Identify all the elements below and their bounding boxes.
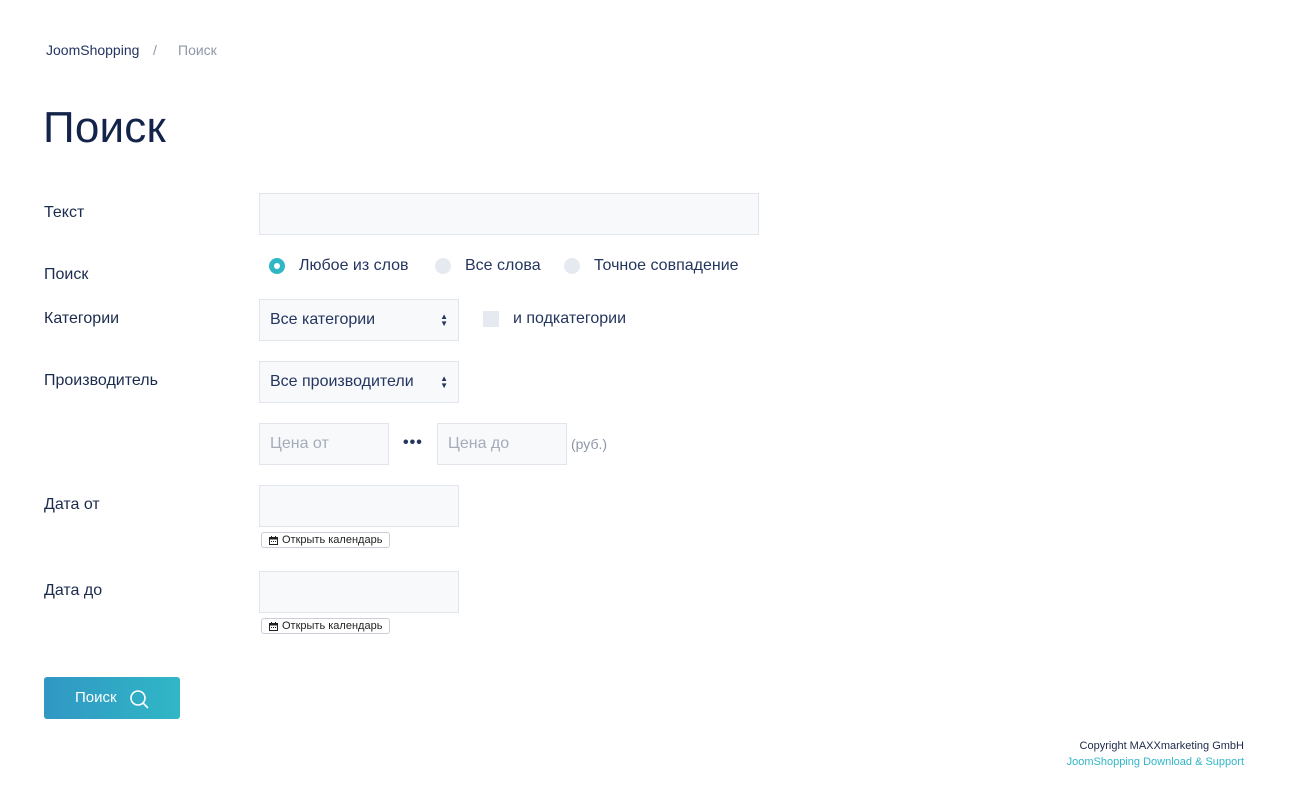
date-from-input[interactable] bbox=[259, 485, 459, 527]
category-label: Категории bbox=[44, 310, 120, 327]
radio-all-words[interactable] bbox=[435, 258, 451, 274]
radio-any-words[interactable] bbox=[269, 258, 285, 274]
category-select[interactable]: Все категории ▲ ▼ bbox=[259, 299, 459, 341]
search-button-label: Поиск bbox=[75, 689, 117, 706]
calendar-icon bbox=[269, 535, 278, 545]
radio-exact-match[interactable] bbox=[564, 258, 580, 274]
search-icon bbox=[130, 690, 149, 709]
subcategories-checkbox[interactable] bbox=[483, 311, 499, 327]
price-to-input[interactable] bbox=[437, 423, 567, 465]
search-mode-label: Поиск bbox=[44, 266, 89, 283]
calendar-button-label: Открыть календарь bbox=[282, 620, 383, 632]
sort-arrows-icon: ▲ ▼ bbox=[440, 312, 448, 328]
manufacturer-select[interactable]: Все производители ▲ ▼ bbox=[259, 361, 459, 403]
calendar-button-label: Открыть календарь bbox=[282, 534, 383, 546]
text-label: Текст bbox=[44, 204, 85, 221]
breadcrumb-current: Поиск bbox=[178, 42, 217, 58]
radio-all-words-label[interactable]: Все слова bbox=[465, 257, 541, 275]
page-title: Поиск bbox=[43, 103, 166, 152]
date-from-calendar-button[interactable]: Открыть календарь bbox=[261, 532, 391, 548]
category-select-value: Все категории bbox=[270, 311, 376, 328]
radio-exact-match-label[interactable]: Точное совпадение bbox=[594, 257, 739, 275]
date-to-label: Дата до bbox=[44, 582, 103, 599]
search-text-input[interactable] bbox=[259, 193, 759, 235]
date-to-calendar-button[interactable]: Открыть календарь bbox=[261, 618, 391, 634]
copyright-text: Copyright MAXXmarketing GmbH bbox=[1079, 740, 1244, 752]
subcategories-label[interactable]: и подкатегории bbox=[513, 310, 626, 328]
calendar-icon bbox=[269, 621, 278, 631]
manufacturer-select-value: Все производители bbox=[270, 373, 414, 390]
price-from-input[interactable] bbox=[259, 423, 389, 465]
sort-arrows-icon: ▲ ▼ bbox=[440, 374, 448, 390]
search-submit-button[interactable]: Поиск bbox=[44, 677, 180, 719]
date-to-input[interactable] bbox=[259, 571, 459, 613]
breadcrumb-separator: / bbox=[153, 42, 157, 58]
support-link[interactable]: JoomShopping Download & Support bbox=[1067, 756, 1244, 768]
date-from-label: Дата от bbox=[44, 496, 100, 513]
currency-label: (руб.) bbox=[571, 436, 608, 452]
breadcrumb-home-link[interactable]: JoomShopping bbox=[46, 42, 139, 58]
price-range-separator: ••• bbox=[403, 434, 423, 451]
radio-any-words-label[interactable]: Любое из слов bbox=[299, 257, 409, 275]
manufacturer-label: Производитель bbox=[44, 372, 158, 389]
